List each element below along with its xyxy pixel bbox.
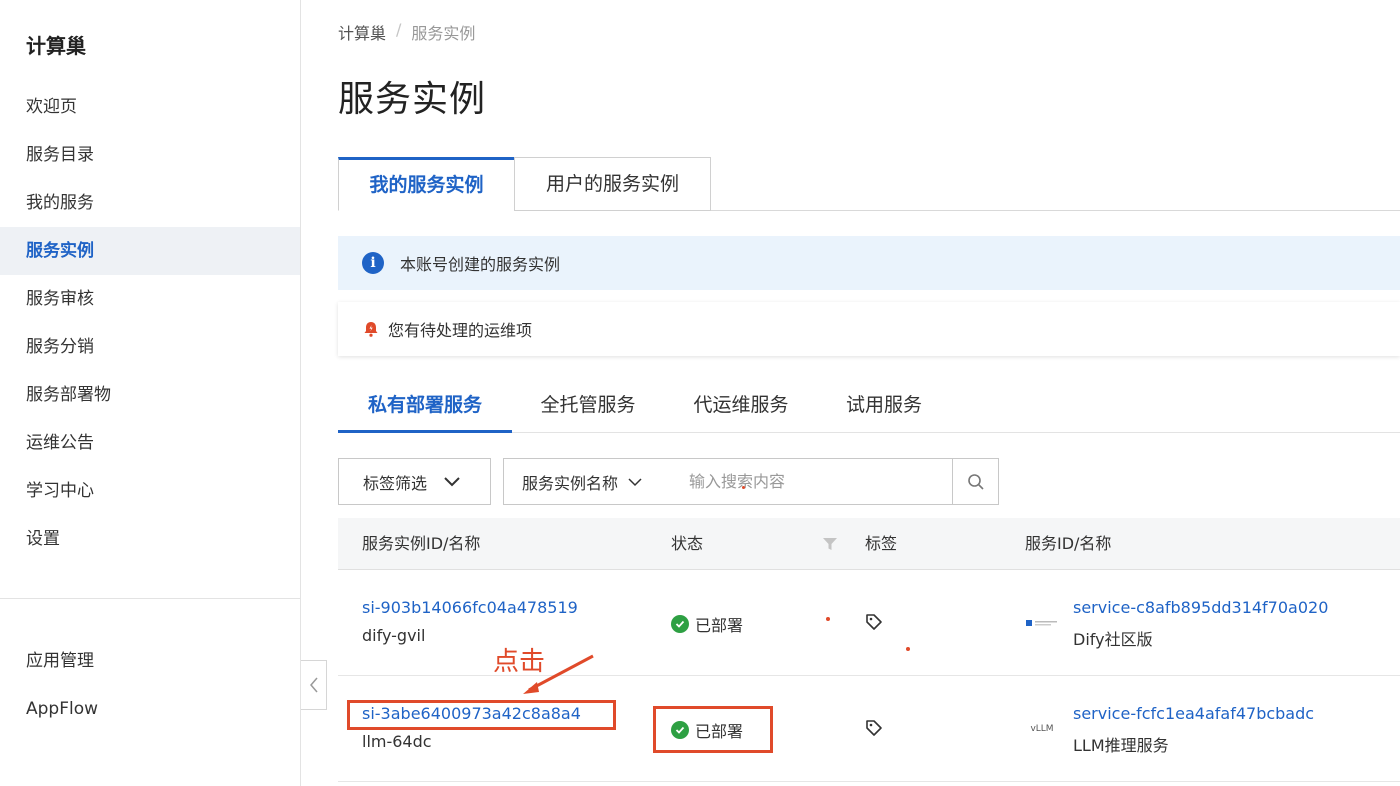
service-id-link[interactable]: service-c8afb895dd314f70a020: [1073, 598, 1328, 617]
table-header: 服务实例ID/名称 状态 标签 服务ID/名称: [338, 518, 1400, 570]
sidebar-item-service-distribution[interactable]: 服务分销: [0, 323, 300, 371]
tag-filter-dropdown[interactable]: 标签筛选: [338, 458, 491, 505]
check-circle-icon: [671, 615, 689, 633]
status-badge: 已部署: [671, 612, 743, 636]
pending-ops-message: 您有待处理的运维项: [388, 321, 533, 340]
sidebar-item-service-catalog[interactable]: 服务目录: [0, 131, 300, 179]
page-title: 服务实例: [338, 79, 487, 120]
service-name: Dify社区版: [1073, 630, 1153, 649]
annotation-highlight-status: [653, 706, 773, 753]
tab-private-deployment[interactable]: 私有部署服务: [338, 390, 512, 433]
annotation-dot: [742, 486, 745, 489]
info-message: 本账号创建的服务实例: [400, 255, 561, 274]
status-text: 已部署: [695, 616, 744, 635]
search-field-select[interactable]: 服务实例名称: [503, 458, 672, 505]
annotation-arrow-icon: [523, 654, 594, 694]
sidebar-divider: [0, 598, 300, 599]
sidebar-item-service-review[interactable]: 服务审核: [0, 275, 300, 323]
column-header-status: 状态: [671, 534, 704, 553]
filter-funnel-icon[interactable]: [822, 536, 838, 552]
annotation-dot: [826, 617, 830, 621]
breadcrumb: 计算巢 / 服务实例: [338, 20, 475, 44]
tab-managed-ops[interactable]: 代运维服务: [664, 390, 818, 433]
tab-my-service-instances[interactable]: 我的服务实例: [338, 157, 515, 211]
breadcrumb-root[interactable]: 计算巢: [338, 20, 386, 44]
info-icon: i: [362, 252, 384, 274]
sidebar-item-settings[interactable]: 设置: [0, 515, 300, 563]
search-icon: [967, 473, 984, 490]
instance-name: llm-64dc: [362, 732, 432, 751]
instance-id-link[interactable]: si-903b14066fc04a478519: [362, 598, 578, 617]
tab-trial-services[interactable]: 试用服务: [818, 390, 950, 433]
sidebar-title: 计算巢: [26, 34, 86, 58]
column-header-tags: 标签: [865, 534, 898, 553]
sidebar: 计算巢 欢迎页 服务目录 我的服务 服务实例 服务审核 服务分销 服务部署物 运…: [0, 0, 301, 786]
chevron-down-icon: [444, 476, 460, 486]
sidebar-item-deployment-artifacts[interactable]: 服务部署物: [0, 371, 300, 419]
sidebar-item-learning-center[interactable]: 学习中心: [0, 467, 300, 515]
info-banner: i 本账号创建的服务实例: [338, 236, 1400, 290]
search-button[interactable]: [952, 458, 999, 505]
search-input[interactable]: [671, 458, 953, 505]
sidebar-collapse-button[interactable]: [301, 660, 327, 710]
instance-name: dify-gvil: [362, 626, 426, 645]
tag-icon[interactable]: [865, 613, 883, 631]
sidebar-item-app-management[interactable]: 应用管理: [0, 637, 300, 685]
alert-bell-icon: [364, 322, 378, 337]
breadcrumb-separator: /: [396, 20, 402, 39]
sidebar-item-my-services[interactable]: 我的服务: [0, 179, 300, 227]
sidebar-item-ops-announcements[interactable]: 运维公告: [0, 419, 300, 467]
service-logo-vllm: vLLM: [1030, 724, 1054, 734]
service-id-link[interactable]: service-fcfc1ea4afaf47bcbadc: [1073, 704, 1314, 723]
service-logo-dify: [1025, 614, 1059, 632]
sidebar-item-welcome[interactable]: 欢迎页: [0, 83, 300, 131]
annotation-dot: [906, 647, 910, 651]
breadcrumb-current: 服务实例: [411, 24, 476, 43]
chevron-left-icon: [309, 677, 318, 693]
pending-ops-banner[interactable]: 您有待处理的运维项: [338, 302, 1400, 356]
sidebar-item-service-instances[interactable]: 服务实例: [0, 227, 300, 275]
tag-filter-label: 标签筛选: [363, 473, 428, 493]
search-field-label: 服务实例名称: [522, 473, 619, 493]
chevron-down-icon: [628, 477, 642, 486]
tab-user-service-instances[interactable]: 用户的服务实例: [514, 157, 711, 211]
tag-icon[interactable]: [865, 719, 883, 737]
service-name: LLM推理服务: [1073, 736, 1169, 755]
column-header-instance: 服务实例ID/名称: [362, 534, 481, 553]
annotation-highlight-instance-id: [347, 700, 616, 730]
column-header-service: 服务ID/名称: [1025, 534, 1112, 553]
sidebar-item-appflow[interactable]: AppFlow: [0, 685, 300, 733]
tab-fully-managed[interactable]: 全托管服务: [512, 390, 664, 433]
